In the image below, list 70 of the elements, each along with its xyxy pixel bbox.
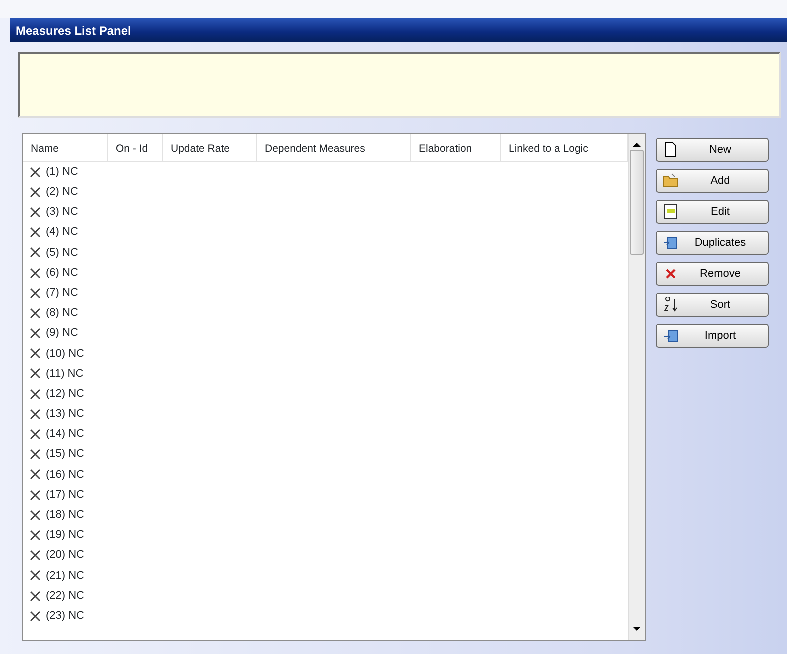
column-header[interactable]: Name [31, 143, 60, 155]
sort-icon [663, 297, 679, 313]
close-icon [30, 206, 41, 218]
close-icon [30, 388, 41, 400]
measure-name[interactable]: (21) NC [46, 568, 85, 584]
close-icon [30, 368, 41, 380]
column-header[interactable]: Dependent Measures [265, 143, 366, 155]
measure-name[interactable]: (2) NC [46, 184, 78, 201]
close-icon [30, 490, 41, 501]
measure-name[interactable]: (15) NC [46, 446, 85, 463]
measure-name[interactable]: (14) NC [46, 426, 85, 443]
measure-name[interactable]: (23) NC [46, 608, 85, 624]
close-icon [30, 227, 41, 238]
action-button[interactable]: New [656, 138, 769, 162]
close-icon [30, 429, 41, 440]
measure-name[interactable]: (16) NC [46, 466, 85, 484]
close-icon [30, 288, 41, 299]
action-button[interactable]: Remove [656, 262, 769, 286]
copy-icon [663, 235, 679, 251]
measure-name[interactable]: (22) NC [46, 588, 85, 604]
folder-icon [663, 173, 679, 189]
measure-name[interactable]: (1) NC [46, 164, 78, 180]
measure-name[interactable]: (4) NC [46, 224, 78, 241]
measure-name[interactable]: (6) NC [46, 264, 78, 282]
close-icon [30, 408, 41, 420]
document-icon [663, 142, 679, 158]
close-icon [30, 166, 41, 178]
measure-name[interactable]: (12) NC [46, 386, 85, 402]
close-icon [30, 469, 41, 480]
note-icon [663, 204, 679, 220]
scroll-up-icon[interactable] [633, 142, 641, 148]
action-button[interactable]: Add [656, 169, 769, 193]
measure-name[interactable]: (20) NC [46, 547, 85, 564]
action-button[interactable]: Import [656, 324, 769, 348]
measure-name[interactable]: (18) NC [46, 507, 85, 524]
close-icon [30, 186, 41, 198]
scroll-thumb[interactable] [630, 150, 644, 255]
close-icon [30, 328, 41, 340]
close-icon [30, 550, 41, 562]
measure-name[interactable]: (3) NC [46, 204, 78, 221]
close-icon [30, 590, 41, 602]
scrollbar[interactable] [628, 134, 645, 640]
window-title: Measures List Panel [10, 18, 787, 42]
action-button[interactable]: Sort [656, 293, 769, 317]
close-icon [30, 530, 41, 541]
measure-name[interactable]: (9) NC [46, 325, 78, 342]
close-icon [30, 610, 41, 622]
close-icon [30, 449, 41, 460]
measure-name[interactable]: (13) NC [46, 406, 85, 423]
action-button[interactable]: Edit [656, 200, 769, 224]
measure-name[interactable]: (19) NC [46, 527, 85, 544]
measure-name[interactable]: (8) NC [46, 305, 78, 322]
import-icon [663, 328, 679, 344]
action-button[interactable]: Duplicates [656, 231, 769, 255]
close-icon [30, 268, 41, 279]
measure-name[interactable]: (10) NC [46, 346, 85, 362]
scroll-down-icon[interactable] [633, 626, 641, 632]
close-icon [30, 247, 41, 258]
close-icon [30, 308, 41, 319]
column-header[interactable]: On - Id [116, 143, 148, 155]
measure-name[interactable]: (7) NC [46, 284, 78, 302]
column-header[interactable]: Linked to a Logic [509, 143, 588, 155]
column-header[interactable]: Update Rate [171, 143, 230, 155]
close-icon [30, 570, 41, 582]
measure-name[interactable]: (5) NC [46, 244, 78, 262]
column-header[interactable]: Elaboration [419, 143, 472, 155]
close-icon [30, 510, 41, 521]
measure-name[interactable]: (17) NC [46, 486, 85, 504]
close-icon [30, 348, 41, 360]
measure-name[interactable]: (11) NC [46, 366, 84, 382]
